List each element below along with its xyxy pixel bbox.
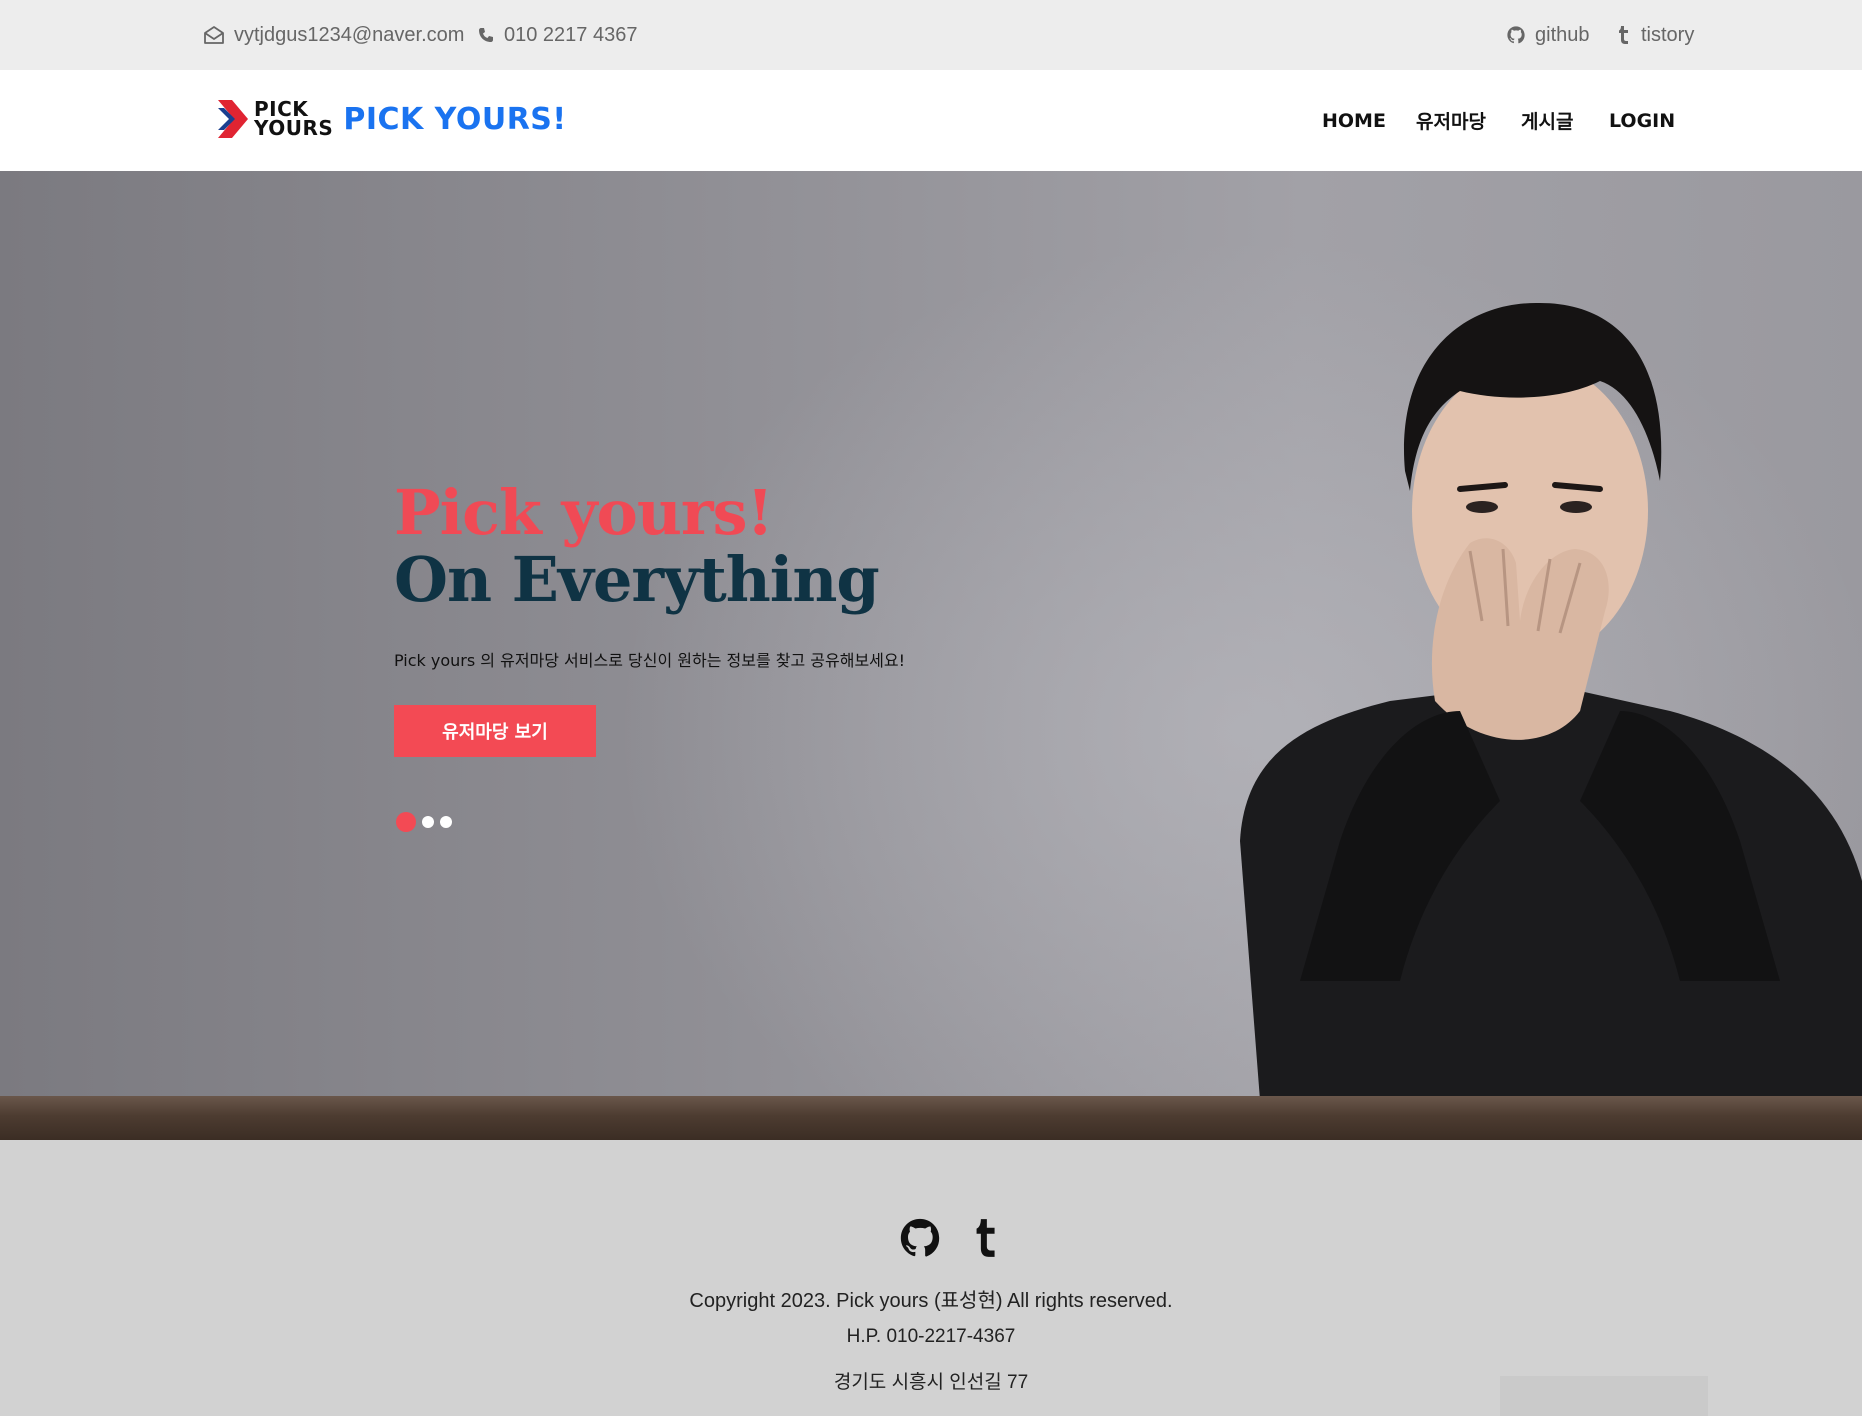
github-link[interactable]: github [1507,0,1590,70]
nav-home[interactable]: HOME [1322,110,1386,132]
github-icon [1507,26,1525,44]
carousel-dot-2[interactable] [422,816,434,828]
footer-copyright: Copyright 2023. Pick yours (표성현) All rig… [689,1290,1173,1312]
footer-phone: H.P. 010-2217-4367 [846,1326,1016,1347]
phone-text: 010 2217 4367 [504,23,638,46]
tumblr-icon [1617,26,1631,44]
site-header: PICK YOURS PICK YOURS! HOME 유저마당 게시글 LOG… [0,70,1862,171]
footer-social-links [900,1218,998,1263]
main-nav: HOME 유저마당 게시글 LOGIN [0,70,1862,171]
hero-title-line2: On Everything [394,543,880,616]
hero-person-image [1240,302,1862,1100]
tistory-text: tistory [1641,23,1695,46]
view-user-yard-button[interactable]: 유저마당 보기 [394,705,596,757]
nav-user-yard[interactable]: 유저마당 [1416,107,1486,134]
hero-title-line1: Pick yours! [394,476,774,549]
carousel-dot-3[interactable] [440,816,452,828]
carousel-dot-1[interactable] [396,812,416,832]
footer-corner-widget [1500,1376,1708,1416]
tumblr-icon[interactable] [974,1219,998,1262]
nav-posts[interactable]: 게시글 [1521,107,1573,134]
top-info-bar: vytjdgus1234@naver.com 010 2217 4367 git… [0,0,1862,70]
github-text: github [1535,23,1590,46]
site-footer: Copyright 2023. Pick yours (표성현) All rig… [0,1140,1862,1416]
phone-contact[interactable]: 010 2217 4367 [478,0,637,70]
phone-icon [478,27,494,43]
hero-table-edge [0,1096,1862,1140]
tistory-link[interactable]: tistory [1617,0,1694,70]
carousel-indicators [396,812,452,832]
nav-login[interactable]: LOGIN [1609,110,1675,132]
github-icon[interactable] [900,1218,940,1263]
hero-subtitle: Pick yours 의 유저마당 서비스로 당신이 원하는 정보를 찾고 공유… [394,651,906,670]
email-text: vytjdgus1234@naver.com [234,23,465,46]
email-contact[interactable]: vytjdgus1234@naver.com [204,0,464,70]
envelope-icon [204,26,224,44]
hero-banner: Pick yours! On Everything Pick yours 의 유… [0,171,1862,1140]
